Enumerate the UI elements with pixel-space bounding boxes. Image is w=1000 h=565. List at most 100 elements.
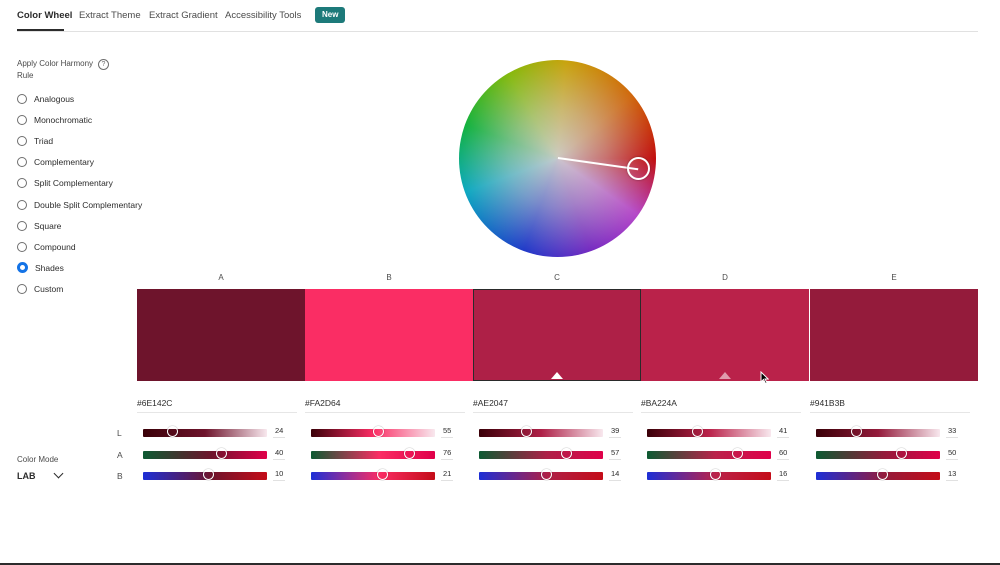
hex-input[interactable]: #AE2047 — [473, 398, 633, 413]
swatch-base-indicator-icon[interactable] — [719, 372, 731, 379]
slider-thumb[interactable] — [731, 448, 743, 459]
radio-button[interactable] — [17, 178, 27, 189]
lab-slider-l[interactable] — [479, 426, 603, 437]
harmony-rule-label: Compound — [34, 241, 76, 252]
harmony-rule-label: Complementary — [34, 157, 94, 168]
top-tabs: Color Wheel Extract Theme Extract Gradie… — [17, 0, 978, 32]
harmony-rule-square[interactable]: Square — [17, 219, 61, 233]
hex-input[interactable]: #FA2D64 — [305, 398, 465, 413]
harmony-rule-label: Split Complementary — [34, 178, 113, 189]
tab-extract-theme[interactable]: Extract Theme — [79, 10, 141, 21]
radio-button[interactable] — [17, 94, 27, 104]
slider-thumb[interactable] — [404, 448, 416, 459]
swatch-base-indicator-icon[interactable] — [551, 372, 563, 379]
lab-slider-a[interactable] — [647, 448, 771, 459]
slider-thumb[interactable] — [202, 469, 214, 480]
swatch-letter-e: E — [891, 273, 897, 282]
lab-value-l[interactable]: 55 — [441, 425, 454, 438]
harmony-rule-label: Monochromatic — [34, 115, 93, 126]
swatch-letter-b: B — [386, 273, 392, 282]
lab-slider-a[interactable] — [479, 448, 603, 459]
harmony-rule-compound[interactable]: Compound — [17, 240, 76, 254]
axis-label-b: B — [117, 471, 123, 481]
lab-value-a[interactable]: 60 — [777, 447, 790, 460]
slider-thumb[interactable] — [691, 426, 703, 437]
harmony-rule-shades[interactable]: Shades — [17, 261, 64, 275]
lab-slider-b[interactable] — [647, 469, 771, 480]
harmony-rule-label: Double Split Complementary — [34, 199, 143, 210]
lab-value-b[interactable]: 21 — [441, 468, 454, 481]
lab-value-b[interactable]: 14 — [609, 468, 622, 481]
radio-button[interactable] — [17, 115, 27, 126]
tab-extract-gradient[interactable]: Extract Gradient — [149, 10, 218, 21]
lab-value-b[interactable]: 13 — [946, 468, 959, 481]
harmony-rule-analogous[interactable]: Analogous — [17, 92, 74, 106]
axis-label-a: A — [117, 450, 123, 460]
slider-thumb[interactable] — [376, 469, 388, 480]
lab-slider-b[interactable] — [143, 469, 267, 480]
radio-button[interactable] — [17, 157, 27, 168]
lab-value-l[interactable]: 33 — [946, 425, 959, 438]
lab-slider-b[interactable] — [311, 469, 435, 480]
hex-input[interactable]: #941B3B — [810, 398, 970, 413]
harmony-rule-triad[interactable]: Triad — [17, 134, 53, 148]
new-badge: New — [315, 7, 346, 23]
harmony-rule-label: Triad — [34, 136, 54, 147]
hex-input[interactable]: #6E142C — [137, 398, 297, 413]
radio-button[interactable] — [17, 136, 27, 147]
slider-thumb[interactable] — [216, 448, 228, 459]
lab-value-a[interactable]: 57 — [609, 447, 622, 460]
harmony-rule-custom[interactable]: Custom — [17, 282, 63, 296]
lab-slider-a[interactable] — [143, 448, 267, 459]
lab-slider-l[interactable] — [647, 426, 771, 437]
color-swatch-d[interactable] — [641, 289, 809, 381]
tab-accessibility-tools[interactable]: Accessibility Tools — [225, 10, 301, 21]
lab-value-l[interactable]: 41 — [777, 425, 790, 438]
lab-slider-b[interactable] — [816, 469, 940, 480]
slider-thumb[interactable] — [710, 469, 722, 480]
color-mode-select[interactable]: LAB — [17, 471, 36, 481]
lab-value-a[interactable]: 50 — [946, 447, 959, 460]
tab-color-wheel[interactable]: Color Wheel — [17, 10, 72, 21]
lab-value-l[interactable]: 39 — [609, 425, 622, 438]
slider-thumb[interactable] — [166, 426, 178, 437]
radio-button[interactable] — [17, 199, 27, 210]
harmony-rule-split-complementary[interactable]: Split Complementary — [17, 176, 113, 190]
color-wheel-handle[interactable] — [627, 157, 650, 180]
slider-thumb[interactable] — [541, 469, 553, 480]
lab-value-a[interactable]: 40 — [273, 447, 286, 460]
slider-thumb[interactable] — [561, 448, 573, 459]
lab-value-b[interactable]: 10 — [273, 468, 286, 481]
slider-thumb[interactable] — [876, 469, 888, 480]
radio-button[interactable] — [17, 262, 28, 274]
radio-button[interactable] — [17, 283, 27, 294]
slider-thumb[interactable] — [850, 426, 862, 437]
slider-thumb[interactable] — [521, 426, 533, 437]
radio-button[interactable] — [17, 220, 27, 231]
lab-slider-a[interactable] — [311, 448, 435, 459]
lab-slider-a[interactable] — [816, 448, 940, 459]
lab-value-b[interactable]: 16 — [777, 468, 790, 481]
slider-thumb[interactable] — [373, 426, 385, 437]
color-swatch-c[interactable] — [473, 289, 641, 381]
harmony-rule-monochromatic[interactable]: Monochromatic — [17, 113, 92, 127]
lab-slider-l[interactable] — [311, 426, 435, 437]
lab-slider-l[interactable] — [143, 426, 267, 437]
color-mode-label: Color Mode — [17, 455, 59, 464]
lab-value-a[interactable]: 76 — [441, 447, 454, 460]
slider-thumb[interactable] — [895, 448, 907, 459]
radio-button[interactable] — [17, 241, 27, 252]
hex-input[interactable]: #BA224A — [641, 398, 801, 413]
color-swatch-e[interactable] — [810, 289, 978, 381]
color-swatch-b[interactable] — [305, 289, 473, 381]
color-swatch-a[interactable] — [137, 289, 305, 381]
question-circle-icon[interactable]: ? — [98, 59, 109, 70]
mouse-cursor-icon — [760, 371, 769, 384]
chevron-down-icon[interactable] — [53, 468, 64, 479]
lab-slider-l[interactable] — [816, 426, 940, 437]
harmony-rule-complementary[interactable]: Complementary — [17, 155, 94, 169]
lab-slider-b[interactable] — [479, 469, 603, 480]
harmony-rule-double-split-complementary[interactable]: Double Split Complementary — [17, 198, 142, 212]
lab-value-l[interactable]: 24 — [273, 425, 286, 438]
harmony-rule-label: Analogous — [34, 94, 75, 104]
